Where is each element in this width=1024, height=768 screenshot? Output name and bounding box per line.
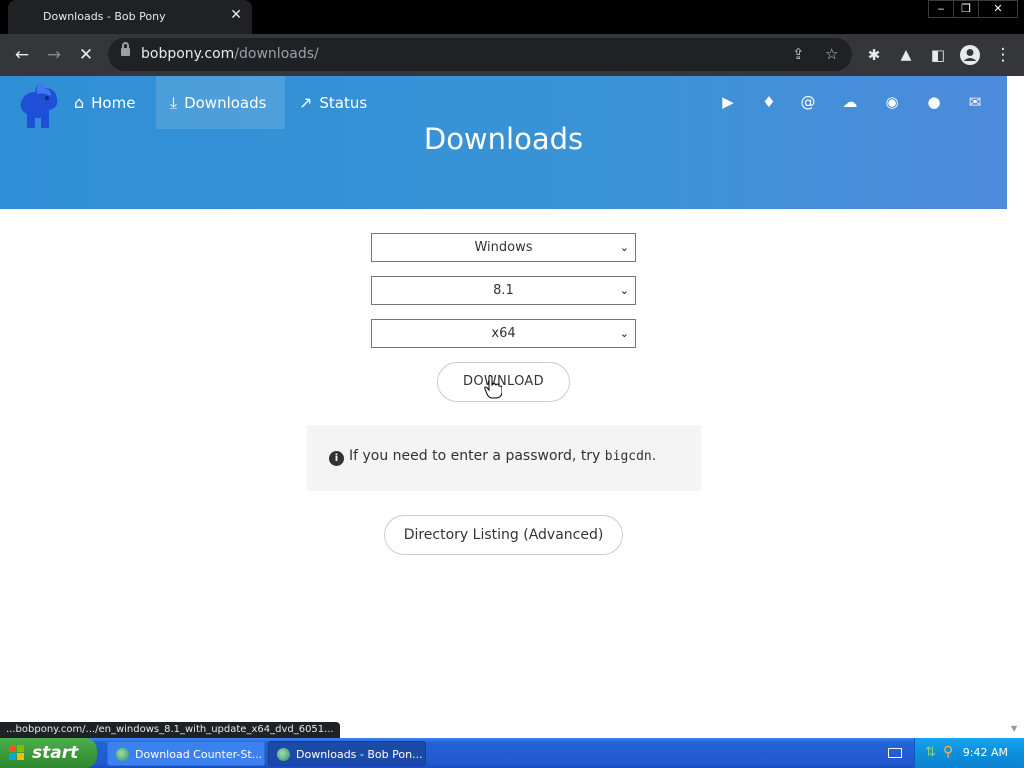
hand-pointer-cursor-icon xyxy=(484,375,502,399)
bookmark-star-icon[interactable]: ☆ xyxy=(825,45,838,63)
taskbar-item-label: Downloads - Bob Pon... xyxy=(296,748,423,761)
address-bar[interactable]: bobpony.com/downloads/ ⇪ ☆ xyxy=(108,38,852,71)
nav-downloads-label: Downloads xyxy=(184,93,267,112)
web-page: ⌂ Home ⤓ Downloads ↗ Status ▶ ♦ @ ☁ ◉ ● … xyxy=(0,76,1007,738)
cloud-icon[interactable]: ☁ xyxy=(838,93,862,111)
mastodon-icon[interactable]: @ xyxy=(798,93,818,111)
page-scrollbar[interactable]: ▼ xyxy=(1007,76,1024,738)
window-maximize-button[interactable]: ❐ xyxy=(953,0,979,18)
chart-line-icon: ↗ xyxy=(299,93,313,112)
system-tray: ⇅ ⚲ 9:42 AM xyxy=(914,738,1024,768)
taskbar-item-download-counter[interactable]: Download Counter-St... xyxy=(107,741,265,766)
os-select[interactable]: Windows ⌄ xyxy=(371,233,636,262)
page-header: ⌂ Home ⤓ Downloads ↗ Status ▶ ♦ @ ☁ ◉ ● … xyxy=(0,76,1007,209)
lock-icon[interactable] xyxy=(121,42,130,56)
twitter-icon[interactable]: ♦ xyxy=(759,93,779,111)
extensions-puzzle-icon[interactable]: ✱ xyxy=(863,45,885,65)
architecture-select-value: x64 xyxy=(491,326,516,341)
download-icon: ⤓ xyxy=(170,92,178,112)
browser-app-icon xyxy=(277,748,290,761)
info-suffix: . xyxy=(651,448,657,464)
discord-icon[interactable]: ◉ xyxy=(882,93,902,111)
page-title: Downloads xyxy=(423,122,584,156)
search-magnifier-icon[interactable]: ⚲ xyxy=(943,744,953,760)
taskbar: start Download Counter-St... Downloads -… xyxy=(0,738,1024,768)
clock[interactable]: 9:42 AM xyxy=(963,746,1008,759)
menu-kebab-icon[interactable]: ⋮ xyxy=(992,45,1014,65)
home-icon: ⌂ xyxy=(74,93,85,112)
windows-flag-icon xyxy=(9,745,25,761)
version-select-value: 8.1 xyxy=(493,283,514,298)
link-status-bubble: ...bobpony.com/.../en_windows_8.1_with_u… xyxy=(0,722,340,738)
network-icon[interactable]: ⇅ xyxy=(925,745,936,760)
screen: Downloads - Bob Pony ✕ ‒ ❐ ✕ ← → ✕ bobpo… xyxy=(0,0,1024,768)
back-arrow-icon[interactable]: ← xyxy=(11,45,33,65)
youtube-icon[interactable]: ▶ xyxy=(718,93,738,111)
url-path: /downloads/ xyxy=(234,46,319,62)
chevron-down-icon: ⌄ xyxy=(619,284,629,297)
download-button[interactable]: DOWNLOAD xyxy=(437,362,570,402)
keyboard-icon[interactable] xyxy=(888,748,902,758)
info-circle-icon: i xyxy=(329,451,344,466)
info-prefix: If you need to enter a password, try xyxy=(349,448,605,464)
taskbar-item-label: Download Counter-St... xyxy=(135,748,263,761)
stop-loading-icon[interactable]: ✕ xyxy=(75,45,97,65)
browser-toolbar: ← → ✕ bobpony.com/downloads/ ⇪ ☆ ✱ ▲ ◧ ⋮ xyxy=(0,34,1024,76)
browser-tab[interactable]: Downloads - Bob Pony ✕ xyxy=(8,0,252,34)
start-label: start xyxy=(32,743,79,763)
taskbar-item-downloads[interactable]: Downloads - Bob Pon... xyxy=(268,741,426,766)
browser-app-icon xyxy=(116,748,129,761)
chevron-down-icon: ⌄ xyxy=(619,241,629,254)
labs-flask-icon[interactable]: ▲ xyxy=(895,45,917,65)
password-info-text: i If you need to enter a password, try bi… xyxy=(329,448,656,466)
directory-listing-button[interactable]: Directory Listing (Advanced) xyxy=(384,515,623,555)
nav-status-label: Status xyxy=(319,93,368,112)
window-minimize-button[interactable]: ‒ xyxy=(928,0,954,18)
chevron-down-icon: ⌄ xyxy=(619,327,629,340)
architecture-select[interactable]: x64 ⌄ xyxy=(371,319,636,348)
forward-arrow-icon[interactable]: → xyxy=(43,45,65,65)
profile-avatar-icon[interactable] xyxy=(959,44,981,66)
github-icon[interactable]: ● xyxy=(924,93,944,111)
tab-close-icon[interactable]: ✕ xyxy=(230,7,242,23)
nav-home-label: Home xyxy=(91,93,136,112)
window-close-button[interactable]: ✕ xyxy=(978,0,1018,18)
password-code: bigcdn xyxy=(604,449,652,464)
version-select[interactable]: 8.1 ⌄ xyxy=(371,276,636,305)
os-select-value: Windows xyxy=(474,240,533,255)
tab-title: Downloads - Bob Pony xyxy=(43,10,166,23)
browser-tab-bar: Downloads - Bob Pony ✕ ‒ ❐ ✕ xyxy=(0,0,1024,34)
share-icon[interactable]: ⇪ xyxy=(792,45,805,63)
side-panel-icon[interactable]: ◧ xyxy=(927,45,949,65)
password-info-box: i If you need to enter a password, try bi… xyxy=(307,425,701,491)
start-button[interactable]: start xyxy=(0,738,97,768)
scroll-down-arrow-icon[interactable]: ▼ xyxy=(1011,724,1017,733)
url-host: bobpony.com xyxy=(141,46,235,62)
mail-icon[interactable]: ✉ xyxy=(965,93,985,111)
